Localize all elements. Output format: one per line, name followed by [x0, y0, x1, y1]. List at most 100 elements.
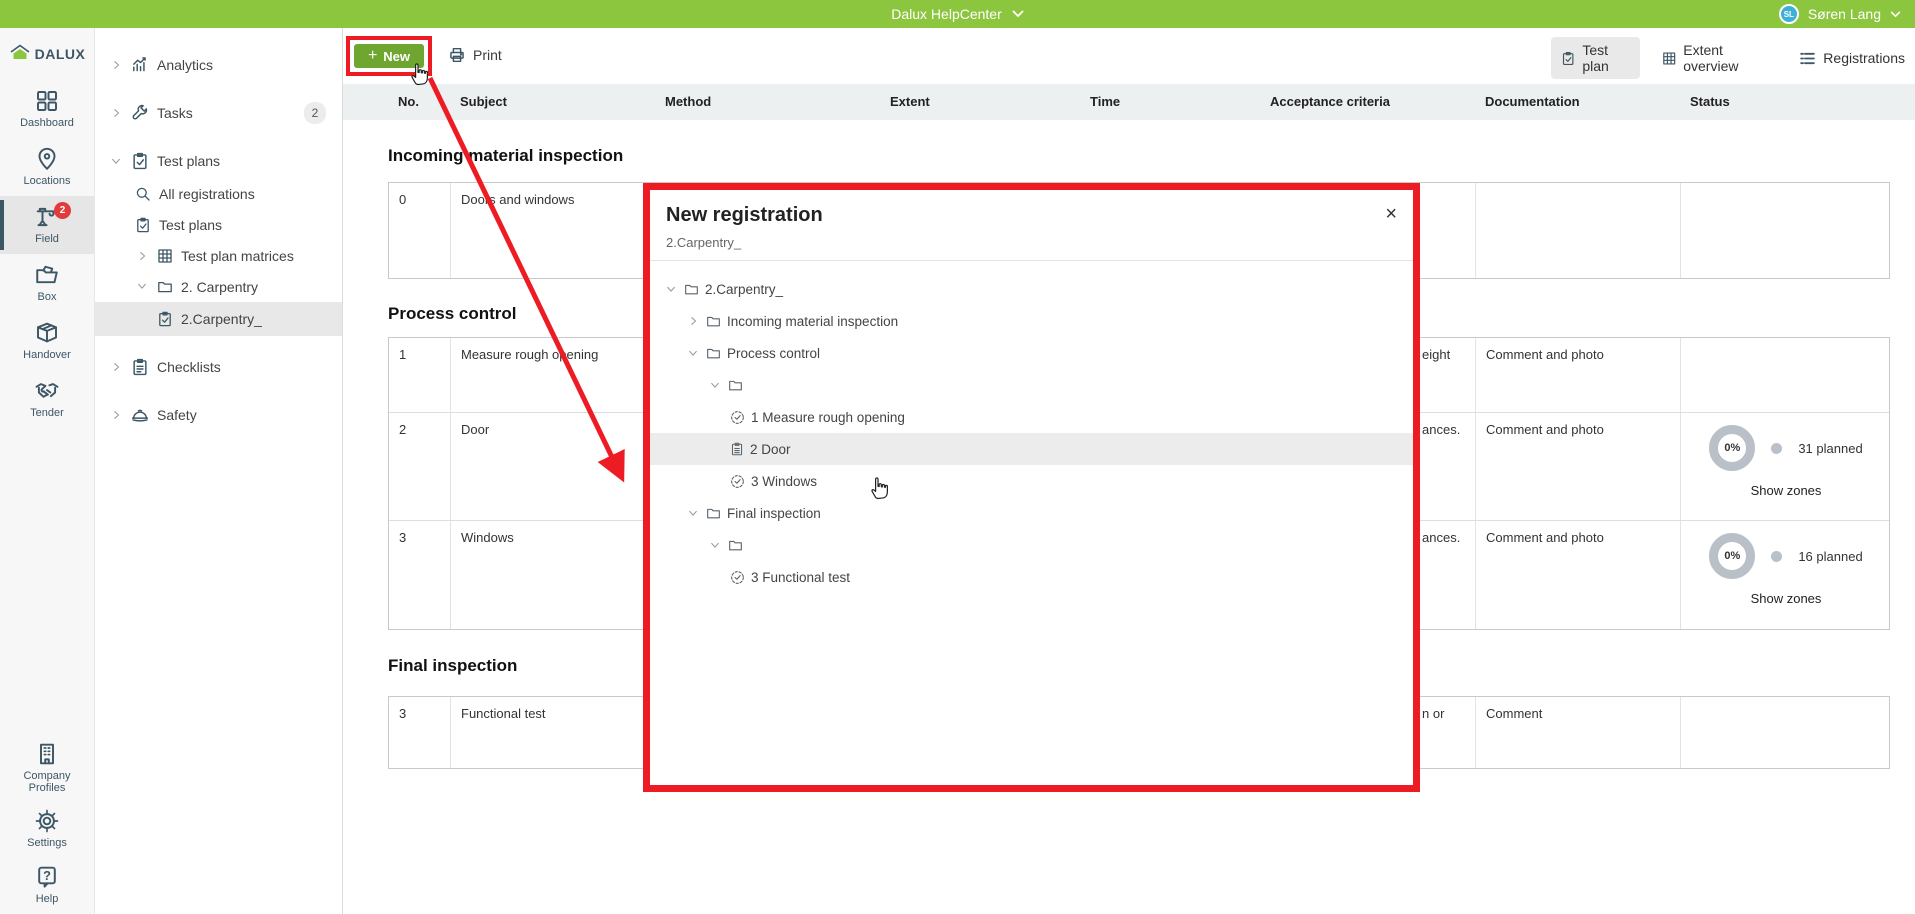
close-icon[interactable]: ×	[1385, 204, 1397, 224]
sidebar-item-test-plans-child[interactable]: Test plans	[95, 209, 342, 240]
rail-item-help[interactable]: ? Help	[0, 858, 94, 912]
tree-item-incoming-material[interactable]: Incoming material inspection	[650, 305, 1413, 337]
show-zones-link[interactable]: Show zones	[1751, 591, 1822, 606]
chevron-down-icon[interactable]	[708, 541, 722, 550]
tree-item-unnamed-folder[interactable]	[650, 529, 1413, 561]
checklist-icon	[730, 442, 744, 456]
chevron-right-icon[interactable]	[109, 108, 123, 118]
chevron-down-icon[interactable]	[686, 349, 700, 358]
view-registrations[interactable]: Registrations	[1789, 45, 1915, 72]
sidebar-item-label: Analytics	[157, 57, 213, 73]
dalux-house-icon	[9, 44, 31, 64]
cell-status	[1681, 338, 1891, 412]
planned-count: 16 planned	[1798, 549, 1862, 564]
checklist-icon	[131, 358, 149, 376]
sidebar-item-carpentry-folder[interactable]: 2. Carpentry	[95, 271, 342, 302]
cell-documentation: Comment and photo	[1476, 413, 1681, 520]
logo-text: DALUX	[35, 46, 86, 62]
cell-no: 2	[389, 413, 451, 520]
list-icon	[1799, 50, 1816, 67]
sidebar-item-label: 2.Carpentry_	[181, 311, 262, 327]
column-header-no: No.	[388, 84, 450, 120]
rail-item-locations[interactable]: Locations	[0, 138, 94, 196]
location-pin-icon	[35, 147, 59, 171]
rail-item-dashboard[interactable]: Dashboard	[0, 80, 94, 138]
sidebar-item-tasks[interactable]: Tasks 2	[95, 96, 342, 130]
clipboard-check-icon	[131, 152, 149, 170]
tree-item-final-inspection[interactable]: Final inspection	[650, 497, 1413, 529]
dashboard-icon	[35, 89, 59, 113]
grid-icon	[1662, 50, 1676, 67]
chevron-down-icon[interactable]	[664, 285, 678, 294]
view-test-plan[interactable]: Test plan	[1551, 37, 1640, 79]
sidebar-item-test-plans[interactable]: Test plans	[95, 144, 342, 178]
chevron-down-icon	[1012, 10, 1024, 18]
chevron-down-icon[interactable]	[708, 381, 722, 390]
tree-item-carpentry[interactable]: 2.Carpentry_	[650, 273, 1413, 305]
show-zones-link[interactable]: Show zones	[1751, 483, 1822, 498]
rail-item-handover[interactable]: Handover	[0, 312, 94, 370]
section-title: Process control	[388, 304, 517, 324]
chevron-right-icon[interactable]	[686, 316, 700, 326]
sidebar-item-test-plan-matrices[interactable]: Test plan matrices	[95, 240, 342, 271]
cell-no: 3	[389, 697, 451, 768]
svg-text:?: ?	[43, 868, 51, 883]
modal-title: New registration	[666, 204, 1397, 227]
view-label: Registrations	[1823, 50, 1905, 66]
chevron-down-icon[interactable]	[109, 157, 123, 166]
sidebar-item-label: Test plans	[159, 217, 222, 233]
progress-percent: 0%	[1724, 442, 1740, 454]
rail-item-field[interactable]: 2 Field	[0, 196, 94, 254]
rail-item-tender[interactable]: Tender	[0, 370, 94, 428]
new-button[interactable]: + New	[354, 44, 424, 68]
avatar: SL	[1779, 4, 1799, 24]
dalux-logo[interactable]: DALUX	[0, 28, 94, 80]
sidebar-item-analytics[interactable]: Analytics	[95, 48, 342, 82]
print-button[interactable]: Print	[448, 40, 502, 70]
rail-item-label: Company Profiles	[12, 770, 82, 794]
tree-item-unnamed-folder[interactable]	[650, 369, 1413, 401]
cell-status	[1681, 183, 1891, 278]
chevron-right-icon[interactable]	[109, 362, 123, 372]
chevron-down-icon	[1890, 11, 1901, 18]
rail-item-label: Settings	[27, 837, 67, 849]
folder-icon	[157, 279, 173, 295]
section-title: Final inspection	[388, 656, 517, 676]
tree-item-door[interactable]: 2 Door	[650, 433, 1413, 465]
folder-icon	[706, 346, 721, 361]
rail-item-label: Field	[35, 233, 59, 245]
chevron-right-icon[interactable]	[135, 251, 149, 261]
tree-item-measure-rough-opening[interactable]: 1 Measure rough opening	[650, 401, 1413, 433]
sidebar-item-carpentry-plan[interactable]: 2.Carpentry_	[95, 302, 342, 336]
cell-documentation: Comment and photo	[1476, 521, 1681, 629]
sidebar-item-checklists[interactable]: Checklists	[95, 350, 342, 384]
cell-no: 3	[389, 521, 451, 629]
project-switcher[interactable]: Dalux HelpCenter	[891, 6, 1024, 22]
folder-icon	[706, 506, 721, 521]
tree-item-windows[interactable]: 3 Windows	[650, 465, 1413, 497]
folder-icon	[706, 314, 721, 329]
chevron-down-icon[interactable]	[686, 509, 700, 518]
sidebar-item-all-registrations[interactable]: All registrations	[95, 178, 342, 209]
rail-item-settings[interactable]: Settings	[0, 800, 94, 858]
cell-status: 0% 16 planned Show zones	[1681, 521, 1891, 629]
tasks-badge: 2	[304, 102, 326, 124]
rail-item-company-profiles[interactable]: Company Profiles	[0, 736, 94, 800]
print-button-label: Print	[473, 47, 502, 63]
sidebar-item-label: Safety	[157, 407, 197, 423]
navigation-sidebar: Analytics Tasks 2 Test plans All registr…	[95, 28, 343, 914]
chevron-right-icon[interactable]	[109, 60, 123, 70]
user-menu[interactable]: SL Søren Lang	[1779, 0, 1901, 28]
tree-item-process-control[interactable]: Process control	[650, 337, 1413, 369]
tree-item-functional-test[interactable]: 3 Functional test	[650, 561, 1413, 593]
sidebar-item-safety[interactable]: Safety	[95, 398, 342, 432]
rail-item-box[interactable]: Box	[0, 254, 94, 312]
clipboard-check-icon	[157, 311, 173, 327]
chevron-down-icon[interactable]	[135, 282, 149, 291]
section-title: Incoming material inspection	[388, 146, 623, 166]
view-extent-overview[interactable]: Extent overview	[1652, 37, 1778, 79]
column-header-status: Status	[1680, 84, 1890, 120]
chevron-right-icon[interactable]	[109, 410, 123, 420]
planned-dot-icon	[1771, 551, 1782, 562]
hard-hat-icon	[131, 406, 149, 424]
